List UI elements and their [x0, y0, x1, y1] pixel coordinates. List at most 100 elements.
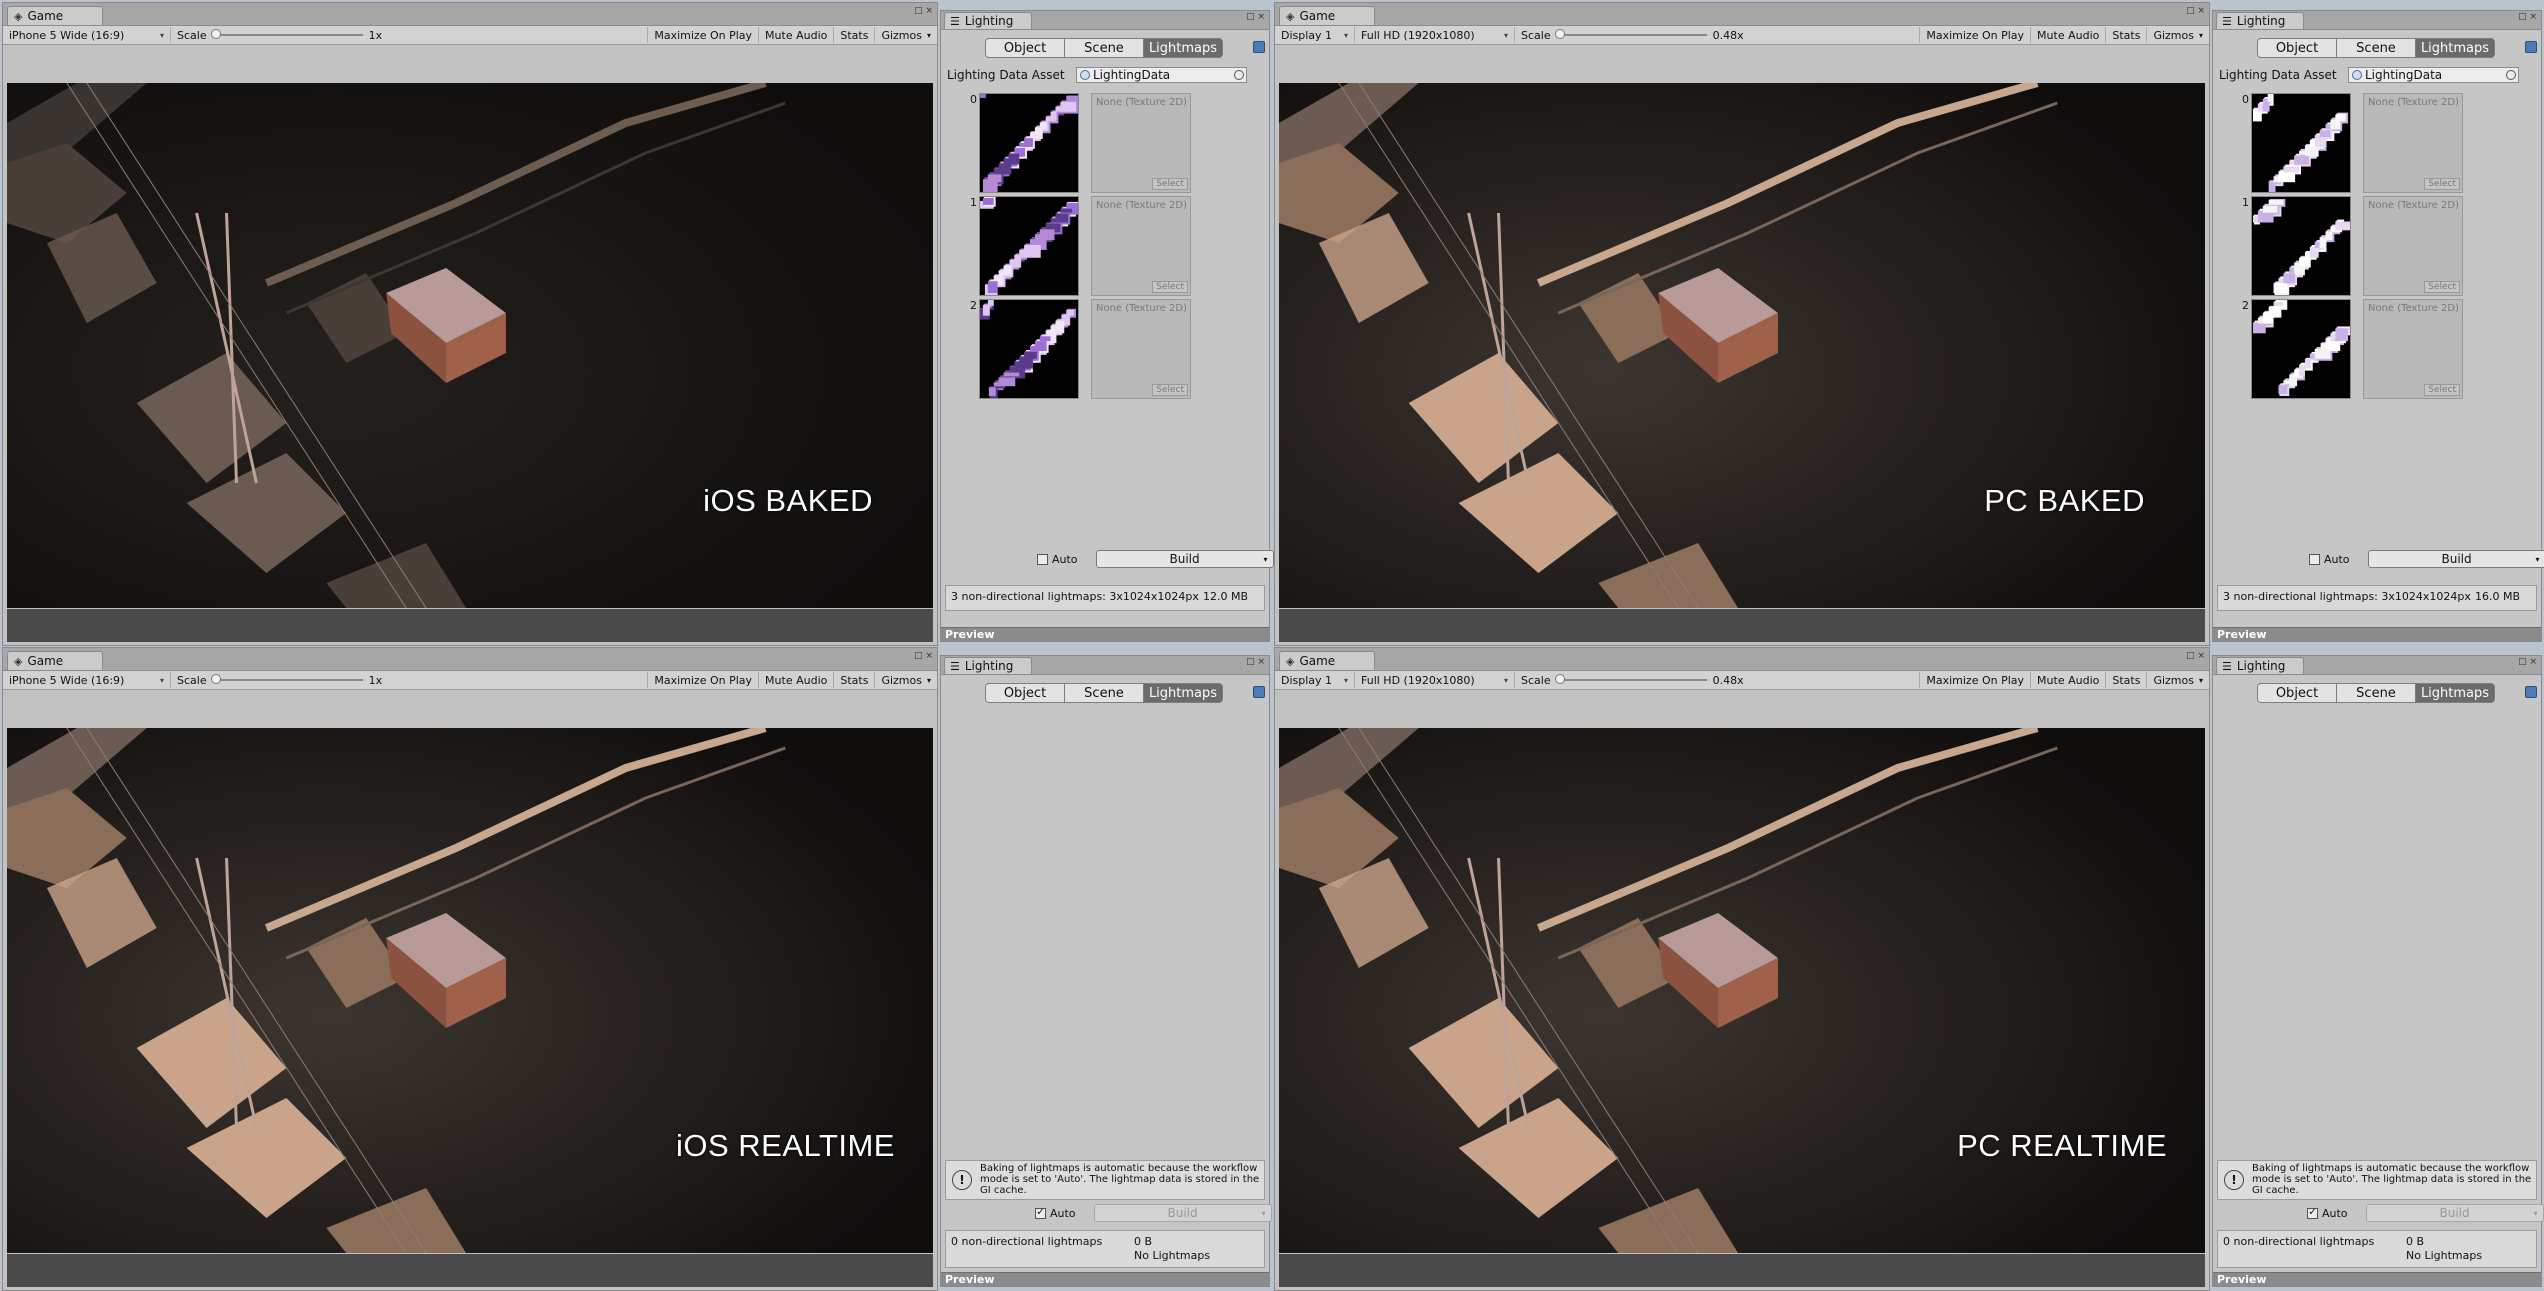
build-button[interactable]: Build ▾: [1093, 1204, 1272, 1222]
auto-checkbox[interactable]: [1037, 553, 1048, 565]
game-viewport[interactable]: PC BAKED: [1279, 83, 2205, 608]
resolution-dropdown[interactable]: Full HD (1920x1080) ▾: [1355, 672, 1515, 688]
window-controls[interactable]: □ ×: [1246, 12, 1265, 22]
help-icon[interactable]: [1253, 41, 1265, 53]
preview-bar[interactable]: Preview: [2213, 1272, 2541, 1286]
maximize-on-play-button[interactable]: Maximize On Play: [1919, 672, 2030, 688]
lightmap-thumbnail[interactable]: [2251, 196, 2351, 296]
game-tab[interactable]: ◈ Game: [1279, 651, 1375, 670]
help-icon[interactable]: [2525, 41, 2537, 53]
scale-slider-knob[interactable]: [210, 29, 221, 39]
window-controls[interactable]: □ ×: [2518, 12, 2537, 22]
mute-audio-button[interactable]: Mute Audio: [2030, 672, 2105, 688]
preview-bar[interactable]: Preview: [2213, 627, 2541, 641]
game-viewport[interactable]: PC REALTIME: [1279, 728, 2205, 1253]
gizmos-dropdown[interactable]: Gizmos ▾: [874, 27, 937, 43]
texture-select-button[interactable]: Select: [1152, 178, 1188, 190]
lighting-data-asset-field[interactable]: LightingData: [2348, 67, 2519, 83]
window-controls[interactable]: □ ×: [2186, 651, 2205, 661]
lightmap-thumbnail[interactable]: [979, 299, 1079, 399]
texture-select-button[interactable]: Select: [2424, 178, 2460, 190]
mute-audio-button[interactable]: Mute Audio: [2030, 27, 2105, 43]
object-picker-icon[interactable]: [1234, 70, 1244, 80]
preview-bar[interactable]: Preview: [941, 1272, 1269, 1286]
directional-texture-slot[interactable]: None (Texture 2D) Select: [1091, 196, 1191, 296]
lightmap-thumbnail[interactable]: [979, 196, 1079, 296]
lightmap-thumbnail[interactable]: [2251, 299, 2351, 399]
tab-lightmaps[interactable]: Lightmaps: [1143, 683, 1223, 703]
auto-checkbox[interactable]: ✓: [2307, 1207, 2318, 1219]
directional-texture-slot[interactable]: None (Texture 2D) Select: [2363, 299, 2463, 399]
build-button[interactable]: Build ▾: [1095, 550, 1274, 568]
lighting-tab[interactable]: ☰ Lighting: [2216, 12, 2304, 29]
game-viewport[interactable]: iOS REALTIME: [7, 728, 933, 1253]
display-dropdown[interactable]: Display 1 ▾: [1275, 27, 1355, 43]
resolution-dropdown[interactable]: Full HD (1920x1080) ▾: [1355, 27, 1515, 43]
tab-object[interactable]: Object: [2257, 38, 2337, 58]
scale-slider[interactable]: [210, 674, 363, 684]
texture-select-button[interactable]: Select: [2424, 384, 2460, 396]
help-icon[interactable]: [1253, 686, 1265, 698]
scale-slider-knob[interactable]: [1554, 29, 1565, 39]
scale-slider[interactable]: [1554, 674, 1707, 684]
game-viewport[interactable]: iOS BAKED: [7, 83, 933, 608]
tab-scene[interactable]: Scene: [2336, 683, 2416, 703]
tab-scene[interactable]: Scene: [1064, 38, 1144, 58]
stats-button[interactable]: Stats: [833, 672, 874, 688]
build-button[interactable]: Build ▾: [2365, 1204, 2544, 1222]
tab-lightmaps[interactable]: Lightmaps: [2415, 38, 2495, 58]
tab-lightmaps[interactable]: Lightmaps: [1143, 38, 1223, 58]
lightmap-thumbnail[interactable]: [979, 93, 1079, 193]
auto-checkbox[interactable]: ✓: [1035, 1207, 1046, 1219]
tab-lightmaps[interactable]: Lightmaps: [2415, 683, 2495, 703]
resolution-dropdown[interactable]: iPhone 5 Wide (16:9) ▾: [3, 672, 171, 688]
gizmos-dropdown[interactable]: Gizmos ▾: [2146, 672, 2209, 688]
build-button[interactable]: Build ▾: [2367, 550, 2544, 568]
maximize-on-play-button[interactable]: Maximize On Play: [647, 27, 758, 43]
texture-select-button[interactable]: Select: [1152, 281, 1188, 293]
tab-object[interactable]: Object: [2257, 683, 2337, 703]
resolution-dropdown[interactable]: iPhone 5 Wide (16:9) ▾: [3, 27, 171, 43]
game-tab[interactable]: ◈ Game: [7, 651, 103, 670]
lighting-tab[interactable]: ☰ Lighting: [2216, 657, 2304, 674]
gizmos-dropdown[interactable]: Gizmos ▾: [2146, 27, 2209, 43]
tab-scene[interactable]: Scene: [1064, 683, 1144, 703]
tab-object[interactable]: Object: [985, 683, 1065, 703]
texture-select-button[interactable]: Select: [2424, 281, 2460, 293]
scale-slider[interactable]: [1554, 29, 1707, 39]
window-controls[interactable]: □ ×: [914, 651, 933, 661]
game-tab[interactable]: ◈ Game: [1279, 6, 1375, 25]
gizmos-dropdown[interactable]: Gizmos ▾: [874, 672, 937, 688]
texture-select-button[interactable]: Select: [1152, 384, 1188, 396]
stats-button[interactable]: Stats: [2105, 27, 2146, 43]
maximize-on-play-button[interactable]: Maximize On Play: [647, 672, 758, 688]
directional-texture-slot[interactable]: None (Texture 2D) Select: [2363, 93, 2463, 193]
maximize-on-play-button[interactable]: Maximize On Play: [1919, 27, 2030, 43]
preview-bar[interactable]: Preview: [941, 627, 1269, 641]
window-controls[interactable]: □ ×: [1246, 657, 1265, 667]
lighting-tab[interactable]: ☰ Lighting: [944, 657, 1032, 674]
directional-texture-slot[interactable]: None (Texture 2D) Select: [1091, 93, 1191, 193]
stats-button[interactable]: Stats: [2105, 672, 2146, 688]
auto-checkbox[interactable]: [2309, 553, 2320, 565]
lightmap-thumbnail[interactable]: [2251, 93, 2351, 193]
object-picker-icon[interactable]: [2506, 70, 2516, 80]
mute-audio-button[interactable]: Mute Audio: [758, 27, 833, 43]
window-controls[interactable]: □ ×: [2186, 6, 2205, 16]
directional-texture-slot[interactable]: None (Texture 2D) Select: [2363, 196, 2463, 296]
lighting-tab[interactable]: ☰ Lighting: [944, 12, 1032, 29]
help-icon[interactable]: [2525, 686, 2537, 698]
tab-scene[interactable]: Scene: [2336, 38, 2416, 58]
mute-audio-button[interactable]: Mute Audio: [758, 672, 833, 688]
display-dropdown[interactable]: Display 1 ▾: [1275, 672, 1355, 688]
window-controls[interactable]: □ ×: [2518, 657, 2537, 667]
scale-slider-knob[interactable]: [1554, 674, 1565, 684]
stats-button[interactable]: Stats: [833, 27, 874, 43]
lighting-data-asset-field[interactable]: LightingData: [1076, 67, 1247, 83]
scale-slider[interactable]: [210, 29, 363, 39]
tab-object[interactable]: Object: [985, 38, 1065, 58]
scale-slider-knob[interactable]: [210, 674, 221, 684]
directional-texture-slot[interactable]: None (Texture 2D) Select: [1091, 299, 1191, 399]
window-controls[interactable]: □ ×: [914, 6, 933, 16]
game-tab[interactable]: ◈ Game: [7, 6, 103, 25]
